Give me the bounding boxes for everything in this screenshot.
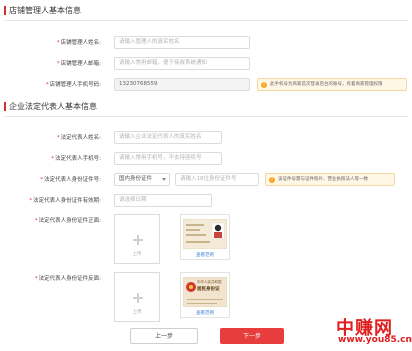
section-accent-bar bbox=[4, 6, 6, 15]
id-front-sample-link[interactable]: 查看范例 bbox=[181, 252, 229, 258]
id-back-upload[interactable]: 上传 bbox=[114, 272, 160, 322]
id-validity-input[interactable]: 请选择日期 bbox=[114, 194, 212, 207]
id-number-input[interactable]: 请输入18位身份证件号 bbox=[175, 173, 259, 186]
id-front-upload[interactable]: 上传 bbox=[114, 214, 160, 264]
store-phone-tip: ! 此手机号为商家首次登录后台的账号，有着商家管理权限 bbox=[257, 78, 407, 91]
legal-phone-input[interactable]: 请输入常用手机号，不支持座机号 bbox=[114, 152, 222, 165]
id-back-sample-link[interactable]: 查看范例 bbox=[181, 310, 229, 316]
id-front-label: *法定代表人身份证件正面: bbox=[34, 218, 101, 224]
store-name-input[interactable]: 请输入管理人的真实姓名 bbox=[114, 36, 250, 49]
id-back-card-title: 中华人民共和国 bbox=[197, 280, 222, 284]
legal-id-number-label: *法定代表人身份证件号: bbox=[40, 177, 101, 183]
section-accent-bar bbox=[4, 102, 6, 111]
legal-section-title: 企业法定代表人基本信息 bbox=[9, 102, 97, 111]
chevron-down-icon bbox=[162, 178, 166, 181]
store-phone-label: *店铺管理人手机号码: bbox=[45, 82, 101, 88]
warning-icon: ! bbox=[261, 82, 267, 88]
id-back-label: *法定代表人身份证件反面: bbox=[34, 276, 101, 282]
id-type-select[interactable]: 国内身份证件 bbox=[114, 173, 170, 186]
next-step-button[interactable]: 下一步 bbox=[220, 328, 284, 344]
store-name-label: *店铺管理人姓名: bbox=[56, 40, 101, 46]
legal-name-label: *法定代表人姓名: bbox=[56, 135, 101, 141]
watermark-url: www.you85.cn bbox=[338, 335, 412, 345]
id-back-sample: 中华人民共和国 居民身份证 查看范例 bbox=[180, 272, 230, 318]
id-validity-label: *法定代表人身份证件有效期: bbox=[29, 198, 101, 204]
section-divider bbox=[4, 116, 408, 117]
section-divider bbox=[4, 20, 408, 21]
store-email-input[interactable]: 请输入常用邮箱，便于接收系统通知 bbox=[114, 57, 250, 70]
id-number-tip: ! 该证件号需与证件照片、营业执照法人等一致 bbox=[265, 173, 395, 186]
store-phone-input[interactable]: 13230768559 bbox=[114, 78, 250, 91]
prev-step-button[interactable]: 上一步 bbox=[130, 328, 198, 344]
upload-text: 上传 bbox=[132, 310, 142, 315]
store-email-label: *店铺管理人邮箱: bbox=[56, 61, 101, 67]
id-card-front-sample-image bbox=[183, 219, 227, 249]
upload-text: 上传 bbox=[132, 252, 142, 257]
warning-icon: ! bbox=[269, 177, 275, 183]
legal-name-input[interactable]: 请输入企业法定代表人的真实姓名 bbox=[114, 131, 222, 144]
store-section-title: 店铺管理人基本信息 bbox=[9, 6, 81, 15]
id-front-sample: 查看范例 bbox=[180, 214, 230, 260]
id-back-card-subtitle: 居民身份证 bbox=[197, 287, 220, 292]
legal-phone-label: *法定代表人手机号: bbox=[51, 156, 101, 162]
